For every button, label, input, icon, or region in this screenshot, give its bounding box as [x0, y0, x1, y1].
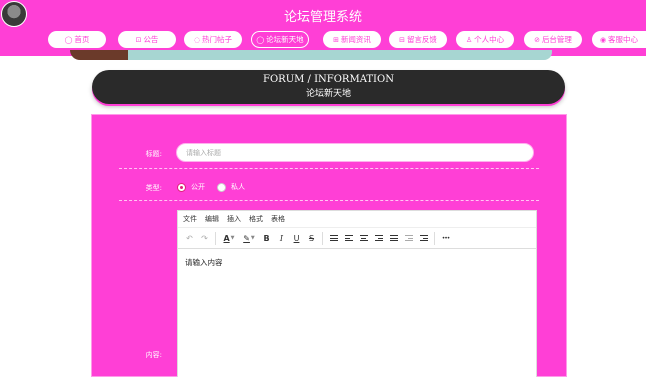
nav-item-news[interactable]: ⊞ 新闻资讯 [323, 31, 381, 48]
menu-edit[interactable]: 编辑 [205, 214, 219, 224]
radio-label: 公开 [191, 183, 205, 191]
nav-item-notice[interactable]: ⊡ 公告 [118, 31, 176, 48]
message-icon: ⊟ [399, 35, 405, 44]
toolbar-separator [434, 231, 435, 245]
text-color-button[interactable]: A ▼ [219, 230, 239, 246]
main-nav: ◯ 首页 ⊡ 公告 ◌ 热门帖子 ◯ 论坛新天地 ⊞ 新闻资讯 ⊟ 留言反馈 ♙… [0, 31, 646, 49]
section-title-cn: 论坛新天地 [305, 89, 351, 99]
user-icon: ♙ [465, 35, 473, 44]
top-bar: 论坛管理系统 ◯ 首页 ⊡ 公告 ◌ 热门帖子 ◯ 论坛新天地 ⊞ 新闻资讯 ⊟… [0, 0, 646, 56]
menu-format[interactable]: 格式 [249, 214, 263, 224]
site-title: 论坛管理系统 [283, 10, 362, 25]
nav-item-label: 论坛新天地 [266, 35, 304, 44]
section-title-en: FORUM / INFORMATION [263, 74, 394, 85]
text-color-icon: A [223, 233, 230, 243]
nav-item-label: 后台管理 [541, 35, 572, 44]
radio-unchecked-icon [217, 182, 226, 192]
radio-checked-icon [177, 182, 186, 192]
nav-item-label: 首页 [74, 35, 90, 44]
nav-item-label: 客服中心 [608, 35, 639, 44]
redo-icon[interactable]: ↷ [197, 230, 212, 246]
highlight-icon: ✎ [243, 233, 250, 243]
home-icon: ◯ [64, 35, 73, 44]
divider [119, 168, 539, 169]
menu-file[interactable]: 文件 [183, 214, 197, 224]
type-label: 类型: [145, 184, 162, 192]
banner-image [78, 50, 552, 60]
support-icon: ◉ [599, 35, 607, 44]
editor-content[interactable]: 请输入内容 [178, 249, 536, 276]
line-height-icon[interactable] [326, 230, 341, 246]
nav-item-support[interactable]: ◉ 客服中心 [592, 31, 646, 48]
divider [119, 200, 539, 201]
more-icon[interactable]: ••• [438, 230, 453, 246]
rich-text-editor: 文件 编辑 插入 格式 表格 ↶ ↷ A ▼ ✎ ▼ B I U S ••• 请… [177, 210, 537, 377]
toolbar-separator [322, 231, 323, 245]
nav-item-label: 个人中心 [474, 35, 505, 44]
nav-item-feedback[interactable]: ⊟ 留言反馈 [389, 31, 447, 48]
notice-icon: ⊡ [135, 35, 142, 44]
nav-item-label: 热门帖子 [202, 35, 233, 44]
radio-label: 私人 [231, 183, 245, 191]
nav-item-profile[interactable]: ♙ 个人中心 [456, 31, 514, 48]
post-form: 标题: 类型: 公开 私人 内容: 文件 编辑 插入 格式 表格 ↶ ↷ A▼ … [91, 114, 567, 377]
strikethrough-icon[interactable]: S [304, 230, 319, 246]
chevron-down-icon: ▼ [250, 235, 255, 241]
align-left-icon[interactable] [341, 230, 356, 246]
indent-icon[interactable] [416, 230, 431, 246]
underline-icon[interactable]: U [289, 230, 304, 246]
menu-table[interactable]: 表格 [271, 214, 285, 224]
menu-insert[interactable]: 插入 [227, 214, 241, 224]
content-label: 内容: [145, 351, 162, 359]
forum-icon: ◯ [256, 35, 265, 44]
nav-item-hot-posts[interactable]: ◌ 热门帖子 [184, 31, 242, 48]
radio-public[interactable]: 公开 [177, 182, 205, 192]
align-right-icon[interactable] [371, 230, 386, 246]
italic-icon[interactable]: I [274, 230, 289, 246]
editor-menubar: 文件 编辑 插入 格式 表格 [178, 211, 536, 227]
nav-item-forum[interactable]: ◯ 论坛新天地 [251, 31, 309, 48]
toolbar-separator [215, 231, 216, 245]
nav-item-home[interactable]: ◯ 首页 [48, 31, 106, 48]
radio-private[interactable]: 私人 [217, 182, 245, 192]
nav-item-admin[interactable]: ⊘ 后台管理 [524, 31, 582, 48]
link-icon: ⊘ [534, 35, 540, 44]
bold-icon[interactable]: B [259, 230, 274, 246]
outdent-icon[interactable] [401, 230, 416, 246]
highlight-color-button[interactable]: ✎ ▼ [239, 230, 259, 246]
nav-item-label: 公告 [143, 35, 159, 44]
nav-item-label: 留言反馈 [406, 35, 437, 44]
undo-icon[interactable]: ↶ [182, 230, 197, 246]
hot-icon: ◌ [193, 35, 201, 44]
section-header: FORUM / INFORMATION 论坛新天地 [92, 70, 565, 104]
chevron-down-icon: ▼ [230, 235, 235, 241]
align-justify-icon[interactable] [386, 230, 401, 246]
align-center-icon[interactable] [356, 230, 371, 246]
banner-image-accent [70, 50, 128, 60]
editor-toolbar: ↶ ↷ A ▼ ✎ ▼ B I U S ••• [178, 227, 536, 249]
title-input[interactable] [176, 143, 534, 162]
title-label: 标题: [145, 150, 162, 158]
news-icon: ⊞ [333, 35, 339, 44]
nav-item-label: 新闻资讯 [340, 35, 371, 44]
